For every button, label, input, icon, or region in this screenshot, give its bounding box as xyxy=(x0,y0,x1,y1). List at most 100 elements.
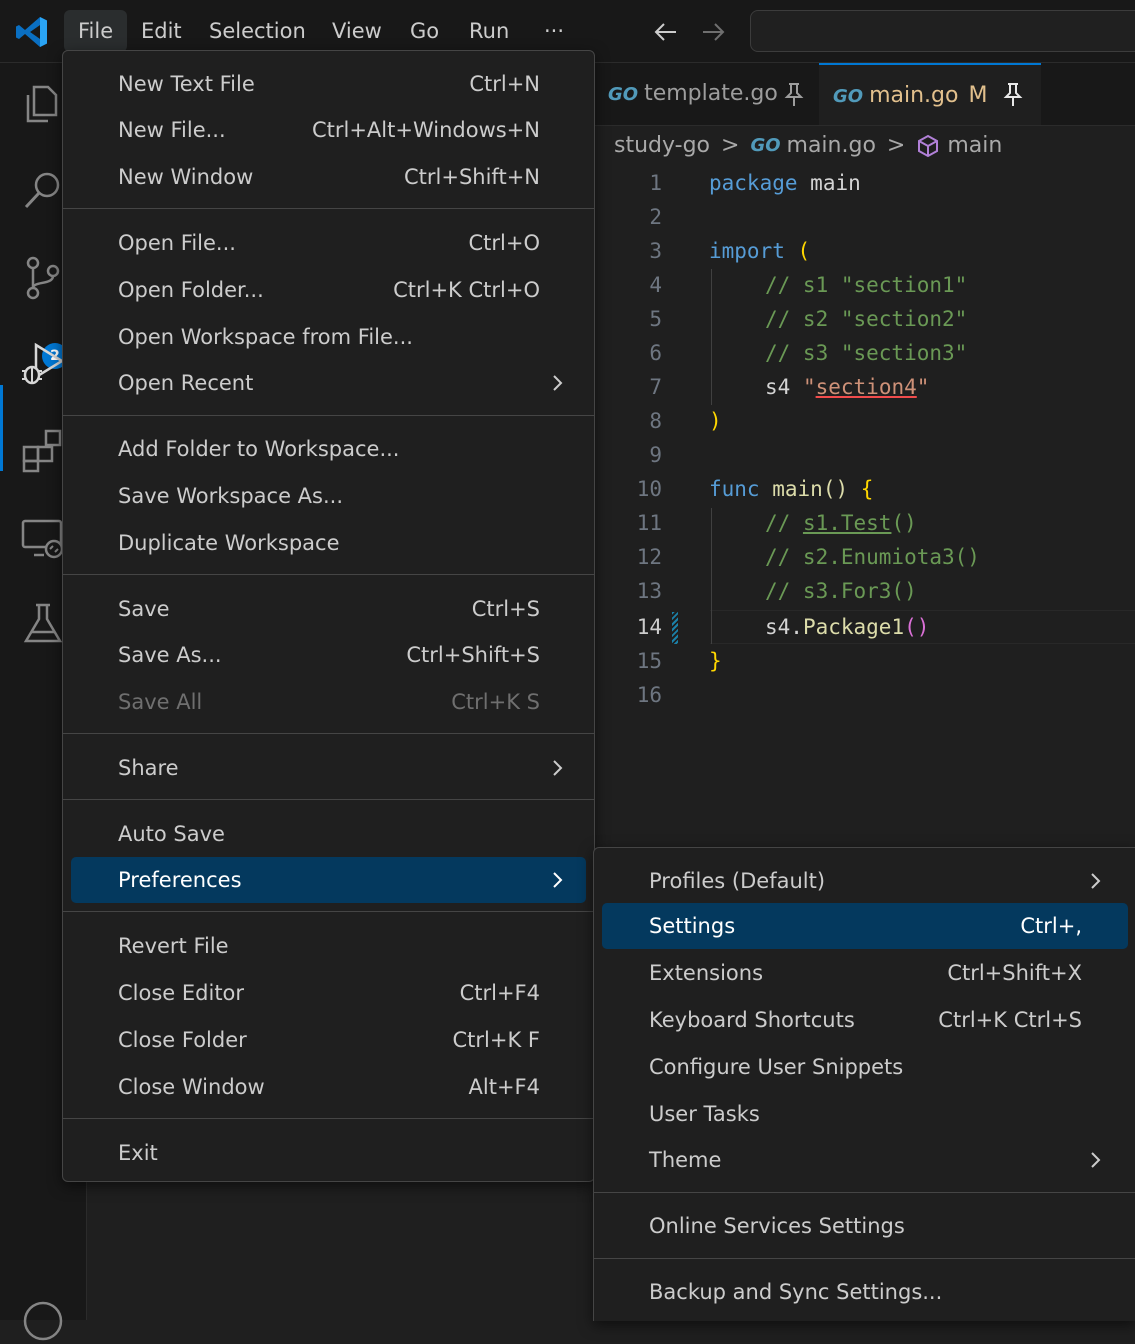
tab-main-go[interactable]: GO main.go M xyxy=(819,63,1041,125)
command-center[interactable] xyxy=(750,10,1135,52)
menu-item-open-workspace[interactable]: Open Workspace from File... xyxy=(71,314,586,360)
menu-item-auto-save[interactable]: Auto Save xyxy=(71,811,586,857)
menu-item-exit[interactable]: Exit xyxy=(71,1130,586,1176)
code-line: 8) xyxy=(649,409,722,433)
go-file-icon: GO xyxy=(833,86,864,107)
menu-separator xyxy=(63,799,594,800)
menu-item-extensions[interactable]: Extensions Ctrl+Shift+X xyxy=(602,950,1128,996)
code-line: 1 package main xyxy=(649,171,861,195)
menu-file[interactable]: File xyxy=(64,10,128,52)
code-line: 9 xyxy=(649,443,662,467)
breadcrumb-file[interactable]: main.go xyxy=(787,133,876,158)
menu-item-online-services[interactable]: Online Services Settings xyxy=(602,1203,1128,1249)
menu-item-save-as[interactable]: Save As... Ctrl+Shift+S xyxy=(71,632,586,678)
menu-separator xyxy=(63,911,594,912)
code-line: 11// s1.Test() xyxy=(636,511,917,535)
code-line: 3 import ( xyxy=(649,239,811,263)
menu-item-backup-sync[interactable]: Backup and Sync Settings... xyxy=(602,1269,1128,1315)
menu-go[interactable]: Go xyxy=(396,10,453,52)
code-line: 4// s1 "section1" xyxy=(649,273,968,297)
code-line: 7 s4 "section4" xyxy=(649,375,930,399)
menu-more[interactable]: ··· xyxy=(530,10,578,52)
chevron-right-icon: > xyxy=(721,133,740,158)
menu-item-add-folder[interactable]: Add Folder to Workspace... xyxy=(71,426,586,472)
menu-item-close-window[interactable]: Close Window Alt+F4 xyxy=(71,1064,586,1110)
extensions-icon[interactable] xyxy=(20,427,66,473)
menu-separator xyxy=(63,574,594,575)
chevron-right-icon xyxy=(553,375,563,391)
menu-item-close-editor[interactable]: Close Editor Ctrl+F4 xyxy=(71,970,586,1016)
code-line: 2 xyxy=(649,205,662,229)
account-icon[interactable] xyxy=(20,1298,66,1344)
code-line: 12// s2.Enumiota3() xyxy=(636,545,980,569)
menu-separator xyxy=(63,1118,594,1119)
chevron-right-icon xyxy=(553,760,563,776)
tab-label: main.go xyxy=(869,83,959,108)
menu-item-open-file[interactable]: Open File... Ctrl+O xyxy=(71,220,586,266)
code-line: 15} xyxy=(636,649,722,673)
menu-item-preferences[interactable]: Preferences xyxy=(71,857,586,903)
menu-item-keyboard-shortcuts[interactable]: Keyboard Shortcuts Ctrl+K Ctrl+S xyxy=(602,997,1128,1043)
code-line: 10 func main() { xyxy=(636,477,874,501)
pin-icon[interactable] xyxy=(1001,81,1025,107)
code-line: 5// s2 "section2" xyxy=(649,307,968,331)
active-view-indicator xyxy=(0,385,3,471)
chevron-right-icon xyxy=(1091,873,1101,889)
editor-tab-bar: GO template.go GO main.go M xyxy=(594,63,1135,126)
menu-item-settings[interactable]: Settings Ctrl+, xyxy=(602,903,1128,949)
menu-separator xyxy=(594,1258,1135,1259)
file-menu: New Text File Ctrl+N New File... Ctrl+Alt+… xyxy=(62,50,595,1182)
menu-item-save[interactable]: Save Ctrl+S xyxy=(71,586,586,632)
code-line: 13// s3.For3() xyxy=(636,579,917,603)
menu-separator xyxy=(594,1192,1135,1193)
code-editor[interactable]: 1 package main 2 3 import ( 4// s1 "sectio… xyxy=(594,166,1135,726)
go-file-icon: GO xyxy=(750,135,781,156)
menu-separator xyxy=(63,733,594,734)
source-control-icon[interactable] xyxy=(20,255,66,301)
menu-item-share[interactable]: Share xyxy=(71,745,586,791)
remote-explorer-icon[interactable] xyxy=(20,515,66,561)
menu-item-profiles[interactable]: Profiles (Default) xyxy=(602,858,1128,904)
menu-separator xyxy=(63,415,594,416)
menu-item-new-text-file[interactable]: New Text File Ctrl+N xyxy=(71,61,586,107)
menu-view[interactable]: View xyxy=(318,10,396,52)
arrow-right-icon[interactable] xyxy=(697,16,729,48)
go-file-icon: GO xyxy=(608,84,639,105)
menu-item-new-file[interactable]: New File... Ctrl+Alt+Windows+N xyxy=(71,107,586,153)
menu-separator xyxy=(63,208,594,209)
modified-indicator: M xyxy=(968,83,988,108)
menu-item-open-folder[interactable]: Open Folder... Ctrl+K Ctrl+O xyxy=(71,267,586,313)
menu-edit[interactable]: Edit xyxy=(127,10,196,52)
preferences-submenu: Profiles (Default) Settings Ctrl+, Extens… xyxy=(593,847,1135,1321)
code-line: 6// s3 "section3" xyxy=(649,341,968,365)
menu-item-user-snippets[interactable]: Configure User Snippets xyxy=(602,1044,1128,1090)
menu-item-revert-file[interactable]: Revert File xyxy=(71,923,586,969)
testing-icon[interactable] xyxy=(20,601,66,647)
chevron-right-icon xyxy=(1091,1152,1101,1168)
code-line-current: 14 s4.Package1() xyxy=(636,615,930,639)
menu-run[interactable]: Run xyxy=(455,10,523,52)
menu-item-close-folder[interactable]: Close Folder Ctrl+K F xyxy=(71,1017,586,1063)
breadcrumb-symbol[interactable]: main xyxy=(947,133,1002,158)
tab-label: template.go xyxy=(644,81,778,106)
breadcrumb: study-go > GO main.go > main xyxy=(614,128,1002,164)
pin-icon[interactable] xyxy=(782,81,806,107)
menu-item-theme[interactable]: Theme xyxy=(602,1137,1128,1183)
breadcrumb-folder[interactable]: study-go xyxy=(614,133,710,158)
tab-template-go[interactable]: GO template.go xyxy=(594,63,820,125)
chevron-right-icon: > xyxy=(886,133,906,158)
menu-item-save-workspace-as[interactable]: Save Workspace As... xyxy=(71,473,586,519)
run-debug-icon[interactable] xyxy=(20,341,66,387)
menu-item-duplicate-workspace[interactable]: Duplicate Workspace xyxy=(71,520,586,566)
explorer-icon[interactable] xyxy=(20,81,66,127)
menu-item-user-tasks[interactable]: User Tasks xyxy=(602,1091,1128,1137)
code-line: 16 xyxy=(636,683,662,707)
search-icon[interactable] xyxy=(20,167,66,213)
vscode-logo-icon[interactable] xyxy=(14,14,50,50)
module-symbol-icon xyxy=(918,134,939,158)
arrow-left-icon[interactable] xyxy=(650,16,682,48)
menu-selection[interactable]: Selection xyxy=(195,10,320,52)
menu-item-new-window[interactable]: New Window Ctrl+Shift+N xyxy=(71,154,586,200)
menu-item-open-recent[interactable]: Open Recent xyxy=(71,360,586,406)
menu-item-save-all: Save All Ctrl+K S xyxy=(118,690,540,714)
